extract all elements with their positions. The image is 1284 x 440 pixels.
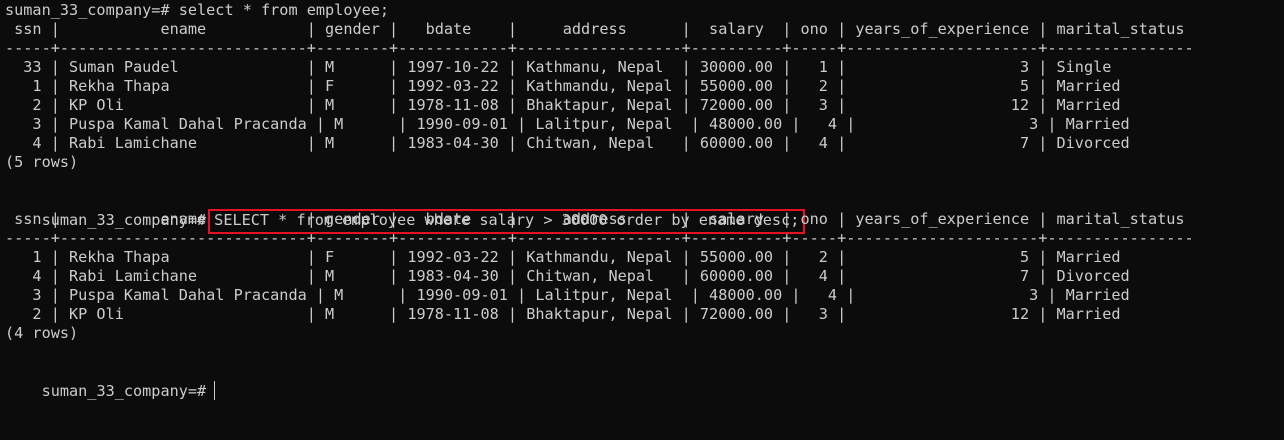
table-divider: -----+---------------------------+------…: [5, 229, 1194, 247]
table-row: 1 | Rekha Thapa | F | 1992-03-22 | Kathm…: [5, 77, 1121, 95]
terminal-line: suman_33_company=# select * from employe…: [5, 1, 390, 19]
table-header: ssn | ename | gender | bdate | address |…: [5, 210, 1185, 228]
table-row: 4 | Rabi Lamichane | M | 1983-04-30 | Ch…: [5, 267, 1130, 285]
terminal-command-line: suman_33_company=# SELECT * from employee…: [5, 190, 806, 234]
row-count: (5 rows): [5, 153, 79, 171]
prompt: suman_33_company=#: [41, 382, 207, 400]
terminal-window[interactable]: suman_33_company=# select * from employe…: [0, 0, 1284, 440]
table-divider: -----+---------------------------+------…: [5, 39, 1194, 57]
text-cursor: [214, 381, 216, 400]
table-header: ssn | ename | gender | bdate | address |…: [5, 20, 1185, 38]
table-row: 1 | Rekha Thapa | F | 1992-03-22 | Kathm…: [5, 248, 1121, 266]
table-row: 3 | Puspa Kamal Dahal Pracanda | M | 199…: [5, 286, 1130, 304]
terminal-input-line[interactable]: suman_33_company=#: [5, 362, 216, 400]
table-row: 4 | Rabi Lamichane | M | 1983-04-30 | Ch…: [5, 134, 1130, 152]
row-count: (4 rows): [5, 324, 79, 342]
table-row: 2 | KP Oli | M | 1978-11-08 | Bhaktapur,…: [5, 305, 1121, 323]
table-row: 33 | Suman Paudel | M | 1997-10-22 | Kat…: [5, 58, 1112, 76]
table-row: 2 | KP Oli | M | 1978-11-08 | Bhaktapur,…: [5, 96, 1121, 114]
table-row: 3 | Puspa Kamal Dahal Pracanda | M | 199…: [5, 115, 1130, 133]
